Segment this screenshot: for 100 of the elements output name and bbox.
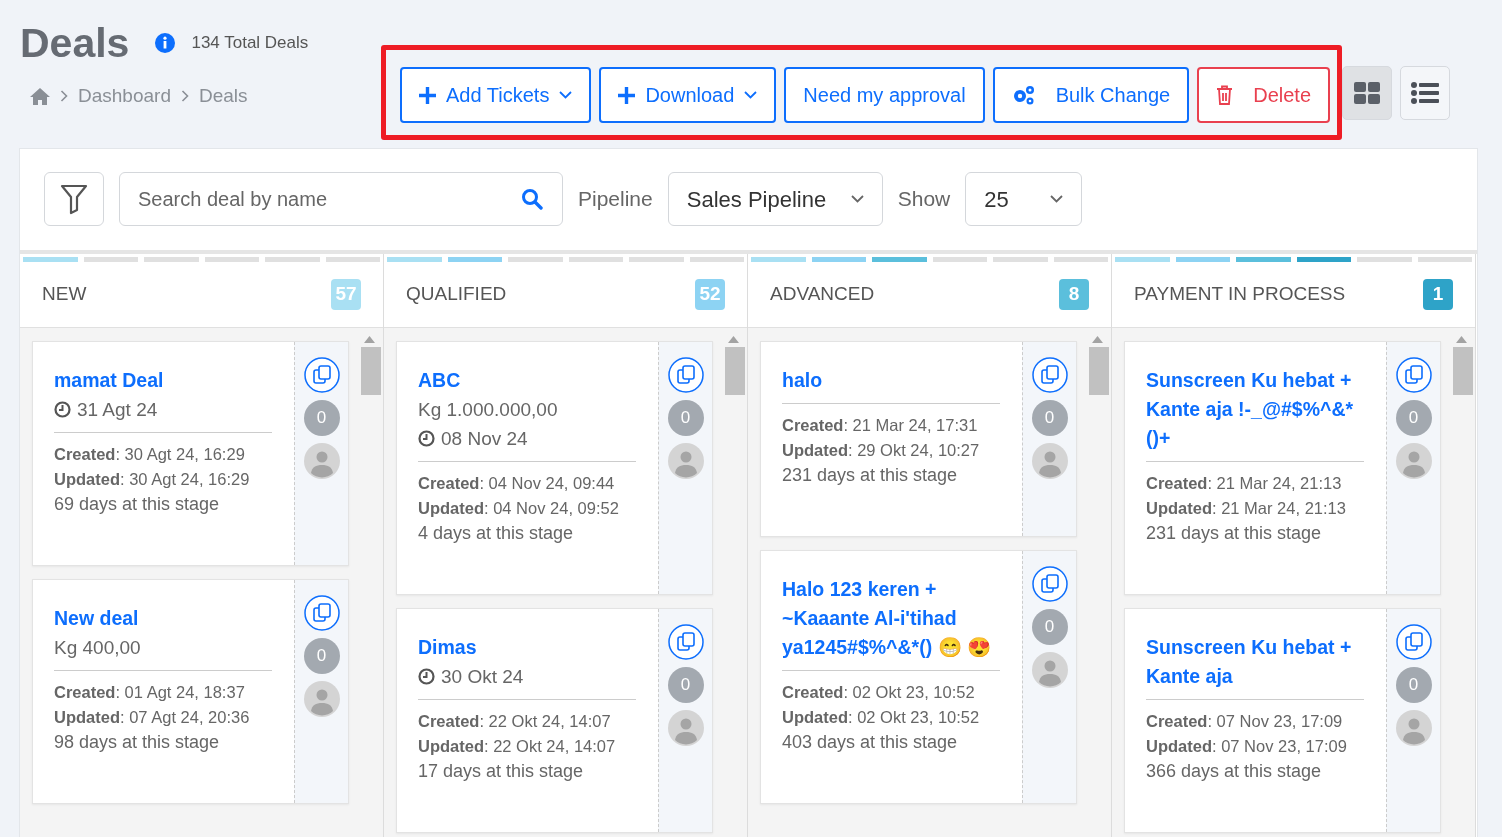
deal-card[interactable]: Dimas 30 Okt 24 Created: 22 Okt 24, 14:07 Updated: 22 Okt 24, 14:07 17 days at this stage 0 [396,608,713,833]
deal-card[interactable]: New deal Kg 400,00 Created: 01 Agt 24, 18:37 Updated: 07 Agt 24, 20:36 98 days at this stage 0 [32,579,349,804]
search-field[interactable]: Search deal by name [119,172,563,226]
list-view-button[interactable] [1400,66,1450,120]
scrollbar-thumb[interactable] [1089,347,1109,395]
deal-card[interactable]: Sunscreen Ku hebat + Kante aja !-_@#$%^&* ()+ Created: 21 Mar 24, 21:13 Updated: 21 Mar 24, 21:13 231 days at this stage 0 [1124,341,1441,595]
dropdown-button[interactable]: Download [599,67,777,123]
search-icon[interactable] [521,188,543,210]
comment-count: 0 [667,667,704,703]
updated-date: Updated: 04 Nov 24, 09:52 [418,498,620,519]
due-date: 30 Okt 24 [441,665,524,689]
deal-title[interactable]: ABC [418,366,636,395]
created-date: Created: 21 Mar 24, 17:31 [782,415,979,436]
stage-duration: 69 days at this stage [54,493,221,516]
avatar-icon [1031,652,1068,688]
deal-card[interactable]: halo Created: 21 Mar 24, 17:31 Updated: 29 Okt 24, 10:27 231 days at this stage 0 [760,341,1077,537]
list-icon [1411,82,1439,104]
filter-button[interactable] [44,172,104,226]
comment-count: 0 [1031,609,1068,645]
stage-duration: 231 days at this stage [1146,522,1323,545]
deal-title[interactable]: Sunscreen Ku hebat + Kante aja !-_@#$%^&* ()+ [1146,366,1364,453]
scroll-up-icon [728,336,739,343]
avatar-icon [667,443,704,479]
info-icon [155,33,176,53]
copy-icon[interactable] [1031,357,1068,393]
deal-title[interactable]: Dimas [418,633,636,662]
chevron-icon [180,90,189,103]
copy-icon[interactable] [1395,357,1432,393]
copy-icon[interactable] [1395,624,1432,660]
comment-count: 0 [1031,400,1068,436]
created-date: Created: 02 Okt 23, 10:52 [782,682,976,703]
created-date: Created: 21 Mar 24, 21:13 [1146,473,1343,494]
plus-icon [618,86,636,104]
grid-view-button[interactable] [1342,66,1392,120]
comment-count: 0 [667,400,704,436]
copy-icon[interactable] [1031,566,1068,602]
deal-title[interactable]: Halo 123 keren + ~Kaaante Al-i'tihad ya1245#$%^&*() 😁 😍 [782,575,1000,662]
scrollbar-thumb[interactable] [725,347,745,395]
caret-icon [559,91,573,99]
column-title: NEW [42,282,87,307]
column-title: ADVANCED [770,282,875,307]
copy-icon[interactable] [303,595,340,631]
deal-card[interactable]: Sunscreen Ku hebat + Kante aja Created: 07 Nov 23, 17:09 Updated: 07 Nov 23, 17:09 366 days at this stage 0 [1124,608,1441,833]
updated-date: Updated: 07 Nov 23, 17:09 [1146,736,1348,757]
avatar-icon [667,710,704,746]
stage-duration: 98 days at this stage [54,731,221,754]
breadcrumb-link[interactable]: Deals [198,82,248,111]
home-icon[interactable] [30,87,50,105]
scroll-up-icon [1456,336,1467,343]
column-title: PAYMENT IN PROCESS [1134,282,1346,307]
pipeline-select[interactable]: Sales Pipeline [667,172,883,226]
deal-title[interactable]: halo [782,366,1000,395]
scrollbar-thumb[interactable] [361,347,381,395]
updated-date: Updated: 30 Agt 24, 16:29 [54,469,251,490]
updated-date: Updated: 07 Agt 24, 20:36 [54,707,251,728]
deal-card[interactable]: Halo 123 keren + ~Kaaante Al-i'tihad ya1245#$%^&*() 😁 😍 Created: 02 Okt 23, 10:52 Updated: 02 Okt 23, 10:52 403 days at this stage 0 [760,550,1077,804]
due-date: 31 Agt 24 [77,398,158,422]
chevron-icon [60,90,68,103]
caret-icon [850,195,864,203]
action-button[interactable]: Need my approval [784,67,985,123]
page-size-select[interactable]: 25 [965,172,1083,226]
breadcrumb-link[interactable]: Dashboard [78,82,171,111]
avatar-icon [303,681,340,717]
page-title: Deals [20,19,130,68]
deal-card[interactable]: mamat Deal 31 Agt 24 Created: 30 Agt 24, 16:29 Updated: 30 Agt 24, 16:29 69 days at this stage 0 [32,341,349,566]
caret-icon [744,91,758,99]
deal-card[interactable]: ABC Kg 1.000.000,00 08 Nov 24 Created: 04 Nov 24, 09:44 Updated: 04 Nov 24, 09:52 4 days at this stage 0 [396,341,713,595]
copy-icon[interactable] [303,357,340,393]
caret-icon [1050,195,1064,203]
dropdown-button[interactable]: Add Tickets [400,67,592,123]
copy-icon[interactable] [667,624,704,660]
delete-button[interactable]: Delete [1197,67,1330,123]
updated-date: Updated: 29 Okt 24, 10:27 [782,440,981,461]
stage-duration: 366 days at this stage [1146,760,1323,783]
count-badge: 57 [331,279,361,310]
deal-title[interactable]: New deal [54,604,272,633]
clock-icon [418,430,435,447]
grid-icon [1354,82,1380,104]
pipeline-label: Pipeline [578,186,653,213]
created-date: Created: 01 Agt 24, 18:37 [54,682,246,703]
clock-icon [54,401,71,418]
stage-duration: 4 days at this stage [418,522,575,545]
comment-count: 0 [1395,400,1432,436]
deal-title[interactable]: mamat Deal [54,366,272,395]
count-badge: 8 [1059,279,1089,310]
plus-icon [419,86,436,104]
comment-count: 0 [303,638,340,674]
total-deals-count: 134 Total Deals [191,32,309,55]
deal-amount: Kg 400,00 [54,636,142,660]
action-button[interactable]: Bulk Change [992,67,1190,123]
scrollbar-thumb[interactable] [1453,347,1473,395]
comment-count: 0 [1395,667,1432,703]
scroll-up-icon [1092,336,1103,343]
deal-title[interactable]: Sunscreen Ku hebat + Kante aja [1146,633,1364,691]
stage-duration: 403 days at this stage [782,731,959,754]
updated-date: Updated: 02 Okt 23, 10:52 [782,707,981,728]
avatar-icon [1395,710,1432,746]
count-badge: 1 [1423,279,1453,310]
count-badge: 52 [695,279,725,310]
copy-icon[interactable] [667,357,704,393]
